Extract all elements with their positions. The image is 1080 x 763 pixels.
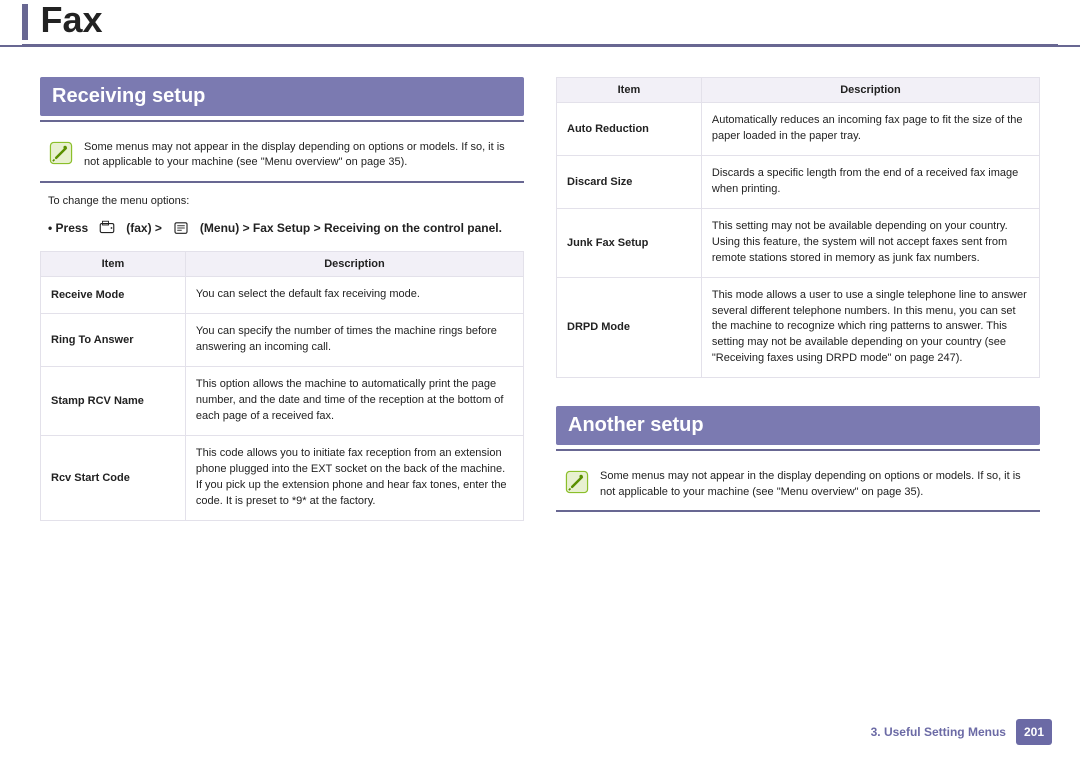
table-row: Stamp RCV Name This option allows the ma…	[41, 367, 524, 436]
desc-cell: This option allows the machine to automa…	[185, 367, 523, 436]
menu-path-main: (Menu) > Fax Setup > Receiving on the co…	[200, 221, 502, 235]
desc-cell: This setting may not be available depend…	[701, 208, 1039, 277]
receiving-table: Item Description Receive Mode You can se…	[40, 251, 524, 520]
fax-icon	[98, 219, 116, 237]
table-row: Ring To Answer You can specify the numbe…	[41, 314, 524, 367]
section-header-label: Receiving setup	[52, 85, 205, 107]
table-head-item: Item	[557, 78, 702, 103]
footer-page-number: 201	[1016, 719, 1052, 745]
desc-cell: This mode allows a user to use a single …	[701, 277, 1039, 378]
table-head-desc: Description	[185, 252, 523, 277]
page-title-bar: Fax	[0, 0, 1080, 47]
note-text: Some menus may not appear in the display…	[600, 469, 1032, 500]
left-column: Receiving setup Some menus may not appea…	[40, 77, 524, 521]
table-row: Rcv Start Code This code allows you to i…	[41, 435, 524, 520]
receiving-table-cont: Item Description Auto Reduction Automati…	[556, 77, 1040, 378]
desc-cell: Automatically reduces an incoming fax pa…	[701, 103, 1039, 156]
menu-path-prefix: • Press	[48, 221, 88, 235]
section-header-receiving: Receiving setup	[40, 77, 524, 116]
item-cell: Rcv Start Code	[41, 435, 186, 520]
item-cell: Discard Size	[557, 155, 702, 208]
footer-chapter: 3. Useful Setting Menus	[871, 725, 1006, 739]
table-row: Discard Size Discards a specific length …	[557, 155, 1040, 208]
table-row: Auto Reduction Automatically reduces an …	[557, 103, 1040, 156]
table-row: DRPD Mode This mode allows a user to use…	[557, 277, 1040, 378]
desc-cell: You can select the default fax receiving…	[185, 277, 523, 314]
desc-cell: Discards a specific length from the end …	[701, 155, 1039, 208]
section-header-another: Another setup	[556, 406, 1040, 445]
desc-cell: You can specify the number of times the …	[185, 314, 523, 367]
item-cell: Receive Mode	[41, 277, 186, 314]
fax-label: (fax) >	[126, 221, 162, 235]
note-box: Some menus may not appear in the display…	[564, 469, 1032, 500]
item-cell: Ring To Answer	[41, 314, 186, 367]
note-text: Some menus may not appear in the display…	[84, 140, 516, 171]
item-cell: Stamp RCV Name	[41, 367, 186, 436]
note-icon	[48, 140, 74, 166]
menu-icon	[172, 219, 190, 237]
menu-path: • Press (fax) > (Menu) > Fax Setup > Rec…	[48, 219, 524, 237]
item-cell: DRPD Mode	[557, 277, 702, 378]
table-row: Junk Fax Setup This setting may not be a…	[557, 208, 1040, 277]
page-title: Fax	[40, 0, 102, 40]
section-header-label: Another setup	[568, 414, 704, 436]
right-column: Item Description Auto Reduction Automati…	[556, 77, 1040, 521]
title-accent	[22, 4, 28, 40]
instruction-text: To change the menu options:	[48, 193, 516, 210]
table-head-desc: Description	[701, 78, 1039, 103]
item-cell: Junk Fax Setup	[557, 208, 702, 277]
note-box: Some menus may not appear in the display…	[48, 140, 516, 171]
table-head-item: Item	[41, 252, 186, 277]
page-footer: 3. Useful Setting Menus 201	[871, 719, 1052, 745]
desc-cell: This code allows you to initiate fax rec…	[185, 435, 523, 520]
note-icon	[564, 469, 590, 495]
item-cell: Auto Reduction	[557, 103, 702, 156]
table-row: Receive Mode You can select the default …	[41, 277, 524, 314]
